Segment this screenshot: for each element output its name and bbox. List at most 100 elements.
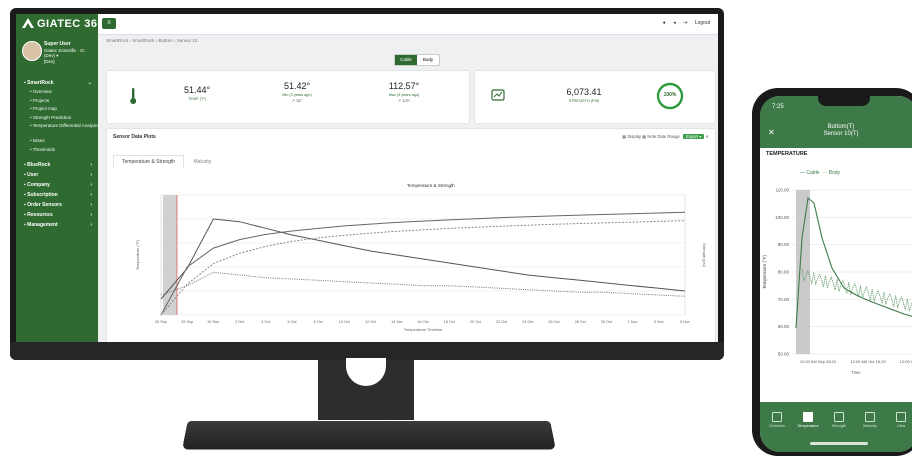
overview-icon — [772, 412, 782, 422]
phone-x-axis-label: Time — [851, 370, 861, 375]
sidebar-item-label: ▪ BlueRock — [24, 162, 51, 168]
chevron-icon: › — [90, 172, 92, 178]
top-actions: ● ◂ ⇥ Logout — [657, 20, 710, 26]
brand-logo[interactable]: GIATEC 360 — [22, 18, 104, 30]
sidebar-item-order-sensors[interactable]: ▪ Order Sensors › — [20, 200, 96, 210]
thermometer-icon — [130, 88, 137, 104]
sidebar-item-resources[interactable]: ▪ Resources › — [20, 210, 96, 220]
top-bar: ≡ ● ◂ ⇥ Logout — [98, 14, 718, 35]
sidebar-item-label: ▪ User — [24, 172, 39, 178]
sidebar-item-temperature-differential-analysis[interactable]: • Temperature Differential Analysis — [20, 122, 99, 137]
close-icon[interactable]: ✕ — [768, 128, 775, 137]
x-tick-label: 30 Oct — [601, 320, 613, 324]
phone-x-tick: 12:00 AM Oct 16,20 — [850, 359, 886, 364]
x-tick-label: 8 Oct — [314, 320, 324, 324]
cable-body-toggle[interactable]: Cable Body — [394, 54, 440, 66]
maturity-icon — [865, 412, 875, 422]
panel-tools-label[interactable]: ▦ Display ▦ Note Date Range — [622, 134, 680, 139]
sidebar-item-label: • Thresholds — [30, 146, 56, 152]
sidebar-item-label: ▪ Resources — [24, 212, 53, 218]
toggle-body[interactable]: Body — [417, 55, 439, 65]
sidebar-item-thresholds[interactable]: • Thresholds — [20, 146, 96, 155]
phone-temperature-chart[interactable]: 110.00 100.00 90.00 80.00 70.00 60.00 50.00 Tem… — [760, 178, 912, 400]
min-temp: 51.42° Min (3 years ago) ↗ 35° — [265, 81, 329, 103]
sidebar-item-label: • Strength Prediction — [30, 114, 72, 120]
logout-link[interactable]: ⇥ Logout — [683, 20, 710, 26]
x-tick-label: 12 Oct — [365, 320, 377, 324]
sidebar-item-label: • Project map — [30, 106, 57, 111]
phone-nav-strength[interactable]: Strength — [824, 412, 854, 428]
user-name: Super User — [44, 41, 71, 47]
sidebar-menu: ▪ SmartRock ⌄ • Overview • Projects • Projec… — [20, 78, 99, 230]
chevron-icon: › — [90, 192, 92, 198]
phone-nav-temperature[interactable]: Temperature — [793, 412, 823, 428]
breadcrumb[interactable]: SmartRock › SmartRock › Bottom › Sensor … — [106, 38, 197, 43]
x-tick-label: 5 Nov — [680, 320, 690, 324]
sidebar-item-mixes[interactable]: • Mixes — [20, 137, 96, 146]
tab-maturity[interactable]: Maturity — [185, 156, 220, 168]
avatar[interactable] — [22, 41, 42, 61]
sidebar-item-label: ▪ SmartRock — [24, 80, 54, 86]
sidebar-item-label: • Mixes — [30, 138, 45, 143]
user-tag: [Dev] — [44, 58, 55, 64]
x-tick-label: 24 Oct — [522, 320, 534, 324]
current-temp-label: TEMP (°F) — [188, 97, 206, 101]
sidebar-item-management[interactable]: ▪ Management › — [20, 220, 96, 230]
shaded-region — [163, 195, 177, 315]
phone-nav-overview[interactable]: Overview — [762, 412, 792, 428]
phone-title-line1: Bottom(T) — [827, 124, 855, 130]
phone-nav-maturity[interactable]: Maturity — [855, 412, 885, 428]
phone-shaded-region — [796, 190, 810, 354]
x-tick-label: 22 Oct — [496, 320, 508, 324]
phone-y-tick: 80.00 — [778, 270, 790, 275]
phone-y-tick: 70.00 — [778, 297, 790, 302]
temperature-card: 51.44° TEMP (°F) 51.42° Min (3 years ago… — [106, 70, 470, 124]
brand-name: GIATEC 360 — [37, 18, 105, 30]
x-tick-label: 20 Oct — [470, 320, 482, 324]
y-axis-label-right: Strength (psi) — [702, 243, 707, 268]
phone-y-axis-label: Temperature (°F) — [762, 254, 767, 289]
temperature-strength-chart[interactable]: 26 Sep 28 Sep 30 Sep 2 Oct 4 Oct 6 Oct 8 Oct 10… — [127, 187, 713, 339]
strength-value: 6,073.41 — [566, 87, 602, 97]
phone-y-tick: 60.00 — [778, 324, 790, 329]
x-tick-label: 4 Oct — [261, 320, 271, 324]
chevron-icon: › — [90, 212, 92, 218]
panel-tools[interactable]: ▦ Display ▦ Note Date Range Export ▾ ✕ — [622, 134, 709, 139]
user-env: (Dev) ▾ — [44, 53, 59, 58]
menu-toggle-button[interactable]: ≡ — [102, 18, 116, 29]
user-company: Giatec Scientific · IC — [44, 47, 85, 53]
x-tick-label: 18 Oct — [444, 320, 456, 324]
tab-temperature-strength[interactable]: Temperature & Strength — [113, 155, 185, 168]
phone-nav-ultra[interactable]: Ultra — [886, 412, 912, 428]
chevron-icon: › — [90, 162, 92, 168]
export-button[interactable]: Export ▾ — [682, 134, 705, 139]
sidebar-item-project-map[interactable]: • Project map — [20, 105, 96, 114]
sidebar-item-company[interactable]: ▪ Company › — [20, 180, 96, 190]
sidebar-item-overview[interactable]: • Overview — [20, 88, 96, 97]
sidebar-item-user[interactable]: ▪ User › — [20, 170, 96, 180]
phone-y-tick: 90.00 — [778, 242, 790, 247]
sidebar-item-strength-prediction[interactable]: • Strength Prediction — [20, 114, 96, 123]
sidebar-item-bluerock[interactable]: ▪ BlueRock › — [20, 160, 96, 170]
x-tick-label: 28 Oct — [575, 320, 587, 324]
phone-y-tick: 110.00 — [776, 188, 790, 193]
phone-notch — [818, 96, 870, 106]
x-tick-label: 3 Nov — [654, 320, 664, 324]
current-temp-value: 51.44° — [183, 85, 211, 95]
user-info[interactable]: Super User Giatec Scientific · IC (Dev) … — [44, 41, 96, 64]
close-icon[interactable]: ✕ — [705, 134, 709, 139]
phone-time: 7:25 — [772, 104, 784, 110]
phone-x-tick: 12:00 Oct 2 — [900, 359, 912, 364]
strength-label: STRENGTH (PSI) — [568, 99, 600, 103]
phone-nav-label: Overview — [769, 424, 785, 428]
chevron-icon: › — [90, 202, 92, 208]
phone-nav-label: Ultra — [896, 424, 906, 428]
sidebar-item-subscription[interactable]: ▪ Subscription › — [20, 190, 96, 200]
min-temp-value: 51.42° — [283, 81, 311, 91]
bell-icon[interactable]: ● — [663, 20, 666, 26]
toggle-cable[interactable]: Cable — [395, 55, 417, 65]
sidebar-item-smartrock[interactable]: ▪ SmartRock ⌄ — [20, 78, 96, 88]
notification-icon[interactable]: ◂ — [673, 20, 676, 26]
sidebar-item-label: • Temperature Differential Analysis — [30, 123, 99, 128]
sidebar-item-projects[interactable]: • Projects — [20, 97, 96, 106]
